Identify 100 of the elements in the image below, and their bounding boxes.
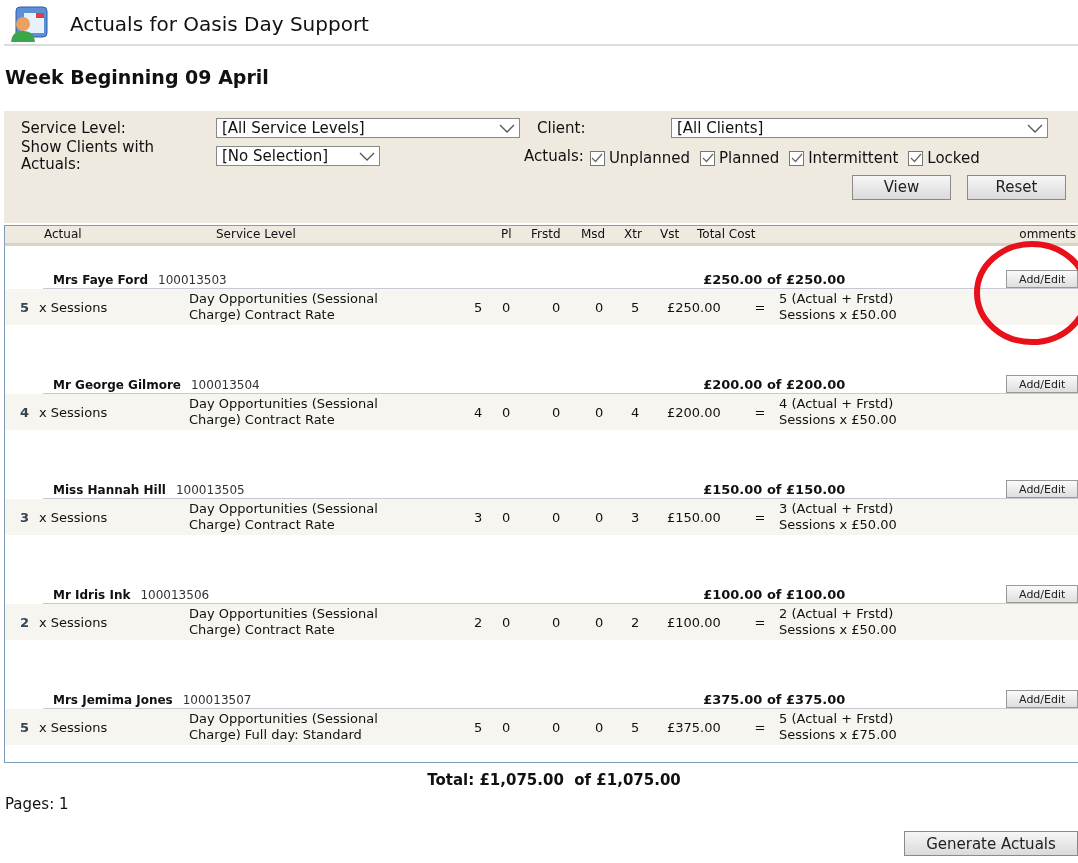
client-dropdown[interactable]: [All Clients] <box>671 118 1048 138</box>
client-id: 100013503 <box>158 272 227 287</box>
forecast-cell-text: 0 <box>502 404 512 420</box>
visit-cell-text: 5 <box>631 719 641 735</box>
reset-button[interactable]: Reset <box>967 174 1066 200</box>
client-total: £250.00 of £250.00 <box>703 271 847 287</box>
planned-cell-text: 3 <box>474 509 484 525</box>
planned-cell-text: 5 <box>474 299 484 315</box>
extra-cell-text: 0 <box>595 404 605 420</box>
missed-cell-text: 0 <box>552 509 562 525</box>
week-heading: Week Beginning 09 April <box>4 65 270 90</box>
client-id: 100013507 <box>182 692 252 707</box>
cost-cell-text: £150.00 <box>667 509 722 525</box>
actuals-checkbox[interactable]: Locked <box>908 145 980 167</box>
service-level-dropdown[interactable]: [All Service Levels] <box>216 118 520 138</box>
caret-icon <box>1027 123 1043 133</box>
quantity: 4 <box>18 404 29 420</box>
add-edit-button[interactable]: Add/Edit <box>1006 270 1078 288</box>
add-edit-button[interactable]: Add/Edit <box>1006 480 1078 498</box>
show-clients-dropdown[interactable]: [No Selection] <box>216 146 380 166</box>
planned-cell-text: 5 <box>474 719 484 735</box>
visit-cell-text: 4 <box>631 404 641 420</box>
check-icon <box>790 153 803 163</box>
service-level-cell-text: Day Opportunities (Sessional Charge) Contract Rate <box>189 396 379 428</box>
actuals-checkbox[interactable]: Unplanned <box>589 145 690 167</box>
cost-cell-text: £100.00 <box>667 614 722 630</box>
actuals-checkbox[interactable]: Planned <box>700 145 780 167</box>
client-label: Client: <box>536 119 587 137</box>
service-level-cell-text: Day Opportunities (Sessional Charge) Full day: Standard <box>189 711 379 743</box>
grand-total: Total: £1,075.00 of £1,075.00 <box>426 770 682 789</box>
missed-cell-text: 0 <box>552 719 562 735</box>
cost-cell-text: £375.00 <box>667 719 722 735</box>
visit-cell-text: 5 <box>631 299 641 315</box>
quantity: 5 <box>18 299 29 315</box>
unit-cell-text: x Sessions <box>38 719 109 735</box>
client-name: Mrs Faye Ford <box>53 272 148 287</box>
add-edit-button[interactable]: Add/Edit <box>1006 375 1078 393</box>
unit-cell-text: x Sessions <box>38 614 109 630</box>
client-id: 100013506 <box>140 587 210 602</box>
quantity: 5 <box>18 719 29 735</box>
actuals-checkbox[interactable]: Intermittent <box>789 145 899 167</box>
unit-cell-text: x Sessions <box>38 404 109 420</box>
generate-actuals-button[interactable]: Generate Actuals <box>904 831 1078 856</box>
column-header: Total Cost <box>697 227 756 241</box>
client-name: Mr George Gilmore <box>53 377 181 392</box>
client-name: Miss Hannah Hill <box>53 482 166 497</box>
client-total: £100.00 of £100.00 <box>703 586 847 602</box>
equals-sign: = <box>753 719 767 735</box>
equals-sign: = <box>753 299 767 315</box>
forecast-cell-text: 0 <box>502 719 512 735</box>
page-title: Actuals for Oasis Day Support <box>70 12 369 36</box>
client-id: 100013504 <box>191 377 260 392</box>
visit-cell-text: 2 <box>631 614 641 630</box>
add-edit-button[interactable]: Add/Edit <box>1006 690 1078 708</box>
extra-cell-text: 0 <box>595 614 605 630</box>
show-clients-label: Show Clients with Actuals: <box>21 139 156 173</box>
caret-icon <box>499 123 515 133</box>
client-total: £200.00 of £200.00 <box>703 376 847 392</box>
missed-cell-text: 0 <box>552 614 562 630</box>
column-header: Xtr <box>624 227 642 241</box>
client-calendar-icon <box>10 4 50 44</box>
column-header: omments <box>1019 227 1076 241</box>
column-header: Service Level <box>216 227 296 241</box>
unit-cell-text: x Sessions <box>38 299 109 315</box>
service-level-cell-text: Day Opportunities (Sessional Charge) Contract Rate <box>189 291 379 323</box>
service-level-cell-text: Day Opportunities (Sessional Charge) Contract Rate <box>189 606 379 638</box>
forecast-cell-text: 0 <box>502 299 512 315</box>
quantity: 3 <box>18 509 29 525</box>
column-header: Vst <box>660 227 680 241</box>
unit-cell-text: x Sessions <box>38 509 109 525</box>
equals-sign: = <box>753 404 767 420</box>
equals-sign: = <box>753 509 767 525</box>
check-icon <box>701 153 714 163</box>
add-edit-button[interactable]: Add/Edit <box>1006 585 1078 603</box>
check-icon <box>591 153 604 163</box>
column-header: Msd <box>581 227 606 241</box>
extra-cell-text: 0 <box>595 509 605 525</box>
caret-icon <box>359 151 375 161</box>
cost-cell-text: £200.00 <box>667 404 722 420</box>
client-total: £375.00 of £375.00 <box>703 691 847 707</box>
planned-cell-text: 4 <box>474 404 484 420</box>
cost-formula: 5 (Actual + Frstd) Sessions x £75.00 <box>779 711 898 743</box>
service-level-label: Service Level: <box>21 119 127 137</box>
pages-label: Pages: 1 <box>4 794 70 813</box>
missed-cell-text: 0 <box>552 404 562 420</box>
visit-cell-text: 3 <box>631 509 641 525</box>
quantity: 2 <box>18 614 29 630</box>
extra-cell-text: 0 <box>595 299 605 315</box>
client-id: 100013505 <box>175 482 245 497</box>
planned-cell-text: 2 <box>474 614 484 630</box>
equals-sign: = <box>753 614 767 630</box>
column-header: Frstd <box>531 227 561 241</box>
forecast-cell-text: 0 <box>502 614 512 630</box>
forecast-cell-text: 0 <box>502 509 512 525</box>
actuals-label: Actuals: <box>524 147 584 165</box>
client-total: £150.00 of £150.00 <box>703 481 847 497</box>
view-button[interactable]: View <box>852 174 951 200</box>
cost-formula: 3 (Actual + Frstd) Sessions x £50.00 <box>779 501 898 533</box>
service-level-cell-text: Day Opportunities (Sessional Charge) Contract Rate <box>189 501 379 533</box>
column-header: Actual <box>44 227 82 241</box>
